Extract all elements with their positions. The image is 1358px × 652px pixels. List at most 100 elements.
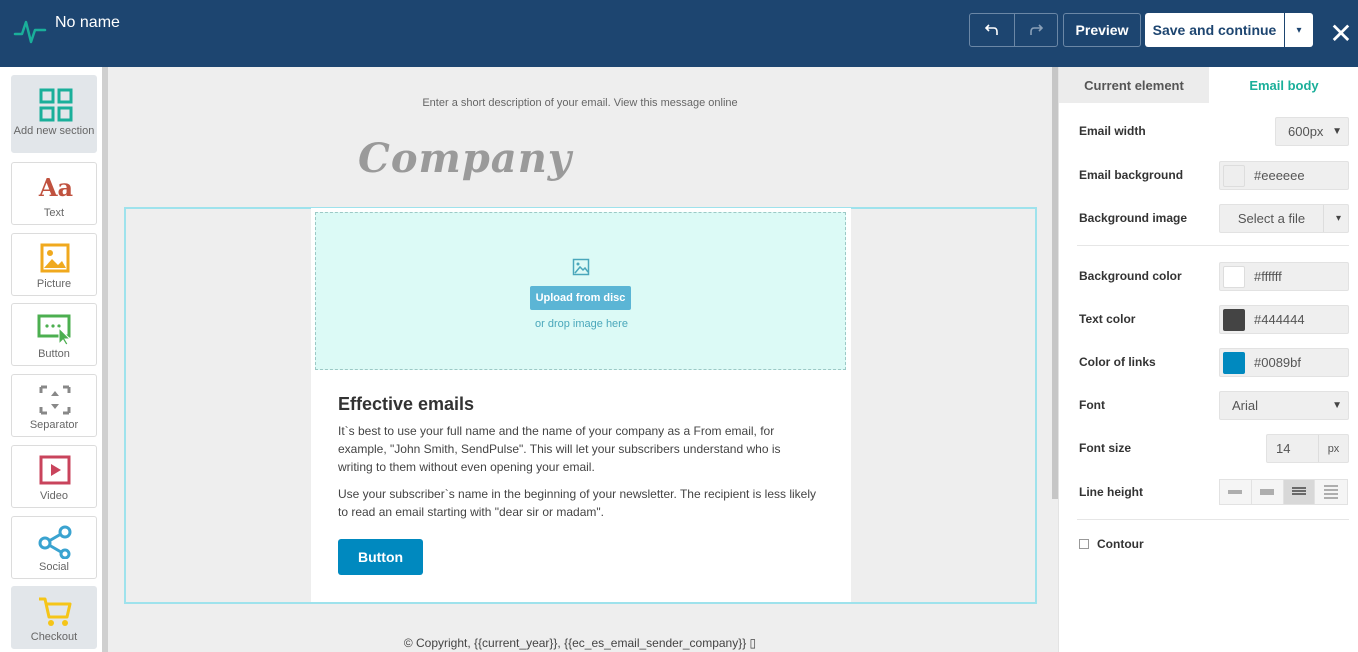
- background-image-label: Background image: [1079, 211, 1188, 225]
- text-color-picker[interactable]: #444444: [1219, 305, 1349, 334]
- chevron-down-icon[interactable]: ▾: [1336, 213, 1341, 224]
- panel-tabs: Current element Email body: [1059, 67, 1358, 103]
- link-color-swatch[interactable]: [1223, 351, 1245, 374]
- palette-separator[interactable]: Separator: [11, 374, 97, 437]
- link-color-label: Color of links: [1079, 355, 1156, 369]
- palette-label: Checkout: [30, 631, 78, 643]
- select-file-button[interactable]: Select a file: [1220, 205, 1324, 232]
- document-title[interactable]: No name: [55, 14, 120, 32]
- font-label: Font: [1079, 398, 1105, 412]
- divider: [1077, 519, 1349, 520]
- drop-image-hint: or drop image here: [535, 318, 628, 330]
- email-paragraph-1[interactable]: It`s best to use your full name and the …: [338, 422, 818, 476]
- email-canvas: Enter a short description of your email.…: [108, 67, 1052, 652]
- email-width-select[interactable]: 600px ▼: [1275, 117, 1349, 146]
- picture-icon: [40, 243, 70, 273]
- contour-checkbox[interactable]: [1079, 539, 1089, 549]
- pulse-logo-icon: [13, 20, 47, 44]
- contour-label[interactable]: Contour: [1097, 537, 1144, 551]
- palette-label: Picture: [36, 278, 72, 290]
- email-background-swatch[interactable]: [1223, 164, 1245, 187]
- button-cursor-icon: [37, 314, 72, 346]
- email-heading[interactable]: Effective emails: [338, 394, 474, 415]
- email-cta-button[interactable]: Button: [338, 539, 423, 575]
- preheader-text[interactable]: Enter a short description of your email.…: [108, 97, 1052, 109]
- text-color-swatch[interactable]: [1223, 308, 1245, 331]
- palette-label: Text: [43, 207, 65, 219]
- palette-social[interactable]: Social: [11, 516, 97, 579]
- palette-checkout[interactable]: Checkout: [11, 586, 97, 649]
- tab-email-body[interactable]: Email body: [1209, 67, 1358, 103]
- line-height-option-2[interactable]: [1251, 480, 1284, 504]
- palette-text[interactable]: Aa Text: [11, 162, 97, 225]
- tab-current-element[interactable]: Current element: [1059, 67, 1209, 103]
- font-size-value[interactable]: 14: [1267, 435, 1319, 462]
- email-background-value: #eeeeee: [1254, 168, 1305, 183]
- chevron-down-icon: ▼: [1332, 400, 1342, 411]
- palette-picture[interactable]: Picture: [11, 233, 97, 296]
- save-and-continue-label[interactable]: Save and continue: [1145, 13, 1285, 47]
- company-logo[interactable]: Company: [358, 135, 572, 182]
- font-size-input[interactable]: 14 px: [1266, 434, 1349, 463]
- link-color-picker[interactable]: #0089bf: [1219, 348, 1349, 377]
- image-dropzone[interactable]: Upload from disc or drop image here: [315, 212, 846, 370]
- line-spacing-wide-icon: [1324, 485, 1339, 499]
- cart-icon: [39, 597, 72, 626]
- font-value: Arial: [1232, 398, 1259, 413]
- share-icon: [38, 525, 72, 559]
- redo-icon: [1029, 24, 1043, 35]
- upload-from-disc-button[interactable]: Upload from disc: [530, 286, 631, 310]
- copyright-footer[interactable]: © Copyright, {{current_year}}, {{ec_es_e…: [108, 636, 1052, 650]
- video-icon: [39, 455, 71, 485]
- email-paragraph-2[interactable]: Use your subscriber`s name in the beginn…: [338, 485, 818, 521]
- text-color-value: #444444: [1254, 312, 1305, 327]
- text-icon: Aa: [38, 173, 74, 202]
- line-spacing-medium-icon: [1291, 487, 1306, 495]
- preview-button[interactable]: Preview: [1063, 13, 1141, 47]
- font-select[interactable]: Arial ▼: [1219, 391, 1349, 420]
- separator-icon: [39, 385, 71, 415]
- font-size-unit: px: [1327, 442, 1340, 455]
- palette-label: Separator: [29, 419, 79, 431]
- undo-button[interactable]: [970, 14, 1014, 46]
- palette-add-section[interactable]: Add new section: [11, 75, 97, 153]
- email-background-picker[interactable]: #eeeeee: [1219, 161, 1349, 190]
- background-color-value: #ffffff: [1254, 269, 1282, 284]
- palette-video[interactable]: Video: [11, 445, 97, 508]
- email-background-label: Email background: [1079, 168, 1184, 182]
- palette-label: Button: [38, 348, 70, 360]
- background-color-picker[interactable]: #ffffff: [1219, 262, 1349, 291]
- properties-panel: Current element Email body Email width 6…: [1058, 67, 1358, 652]
- email-content-block[interactable]: Upload from disc or drop image here Effe…: [311, 208, 851, 602]
- line-height-option-4[interactable]: [1315, 480, 1347, 504]
- save-options-dropdown[interactable]: ▾: [1285, 13, 1313, 47]
- text-color-label: Text color: [1079, 312, 1136, 326]
- close-icon[interactable]: ✕: [1328, 20, 1354, 48]
- background-color-label: Background color: [1079, 269, 1182, 283]
- palette-label: Add new section: [13, 125, 95, 137]
- palette-label: Video: [40, 490, 68, 502]
- top-bar: No name Preview Save and continue ▾ ✕: [0, 0, 1358, 67]
- background-color-swatch[interactable]: [1223, 265, 1245, 288]
- undo-icon: [984, 24, 998, 35]
- background-image-select[interactable]: Select a file ▾: [1219, 204, 1349, 233]
- block-palette: Add new section Aa Text Picture Button S…: [0, 67, 102, 652]
- grid-icon: [39, 88, 73, 122]
- line-spacing-normal-icon: [1260, 489, 1275, 495]
- line-height-label: Line height: [1079, 485, 1143, 499]
- palette-button[interactable]: Button: [11, 303, 97, 366]
- line-height-options: [1219, 479, 1348, 505]
- divider: [1077, 245, 1349, 246]
- chevron-down-icon: ▼: [1332, 126, 1342, 137]
- palette-label: Social: [39, 561, 69, 573]
- email-width-label: Email width: [1079, 124, 1146, 138]
- font-size-label: Font size: [1079, 441, 1132, 455]
- redo-button[interactable]: [1013, 14, 1058, 46]
- link-color-value: #0089bf: [1254, 355, 1301, 370]
- line-height-option-1[interactable]: [1220, 480, 1252, 504]
- email-width-value: 600px: [1288, 124, 1324, 139]
- line-spacing-tight-icon: [1228, 490, 1243, 494]
- save-and-continue-button[interactable]: Save and continue ▾: [1145, 13, 1313, 47]
- image-placeholder-icon: [572, 258, 590, 276]
- line-height-option-3[interactable]: [1283, 480, 1316, 504]
